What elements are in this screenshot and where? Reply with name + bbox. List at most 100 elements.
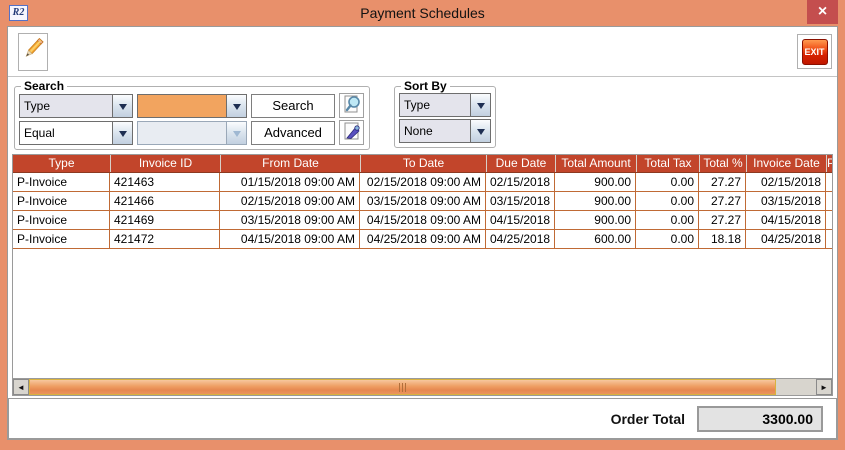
close-button[interactable]: × xyxy=(807,0,838,24)
table-cell: 421472 xyxy=(110,230,220,249)
magnifier-document-icon xyxy=(342,94,362,117)
search-operator-value-dropdown xyxy=(137,120,247,145)
app-icon: R2 xyxy=(9,5,28,21)
column-header-p[interactable]: P xyxy=(826,155,832,172)
table-cell xyxy=(826,173,832,192)
search-button[interactable]: Search xyxy=(251,93,335,118)
window-title: Payment Schedules xyxy=(360,5,485,21)
table-cell: 421463 xyxy=(110,173,220,192)
close-icon: × xyxy=(817,3,828,20)
sort-secondary-dropdown[interactable]: None xyxy=(399,119,491,143)
advanced-button[interactable]: Advanced xyxy=(251,120,335,145)
edit-button[interactable] xyxy=(18,32,48,71)
chevron-down-icon xyxy=(226,121,246,144)
table-cell: 27.27 xyxy=(699,211,746,230)
scrollbar-grip-icon xyxy=(398,382,407,392)
table-body: P-Invoice 421463 01/15/2018 09:00 AM 02/15/… xyxy=(13,173,832,378)
table-cell: 421469 xyxy=(110,211,220,230)
table-cell: 421466 xyxy=(110,192,220,211)
title-bar: R2 Payment Schedules × xyxy=(0,0,845,26)
table-cell: 0.00 xyxy=(636,192,699,211)
scroll-right-button[interactable]: ► xyxy=(816,379,832,395)
column-header-from-date[interactable]: From Date xyxy=(220,155,360,172)
exit-icon: EXIT xyxy=(801,38,828,65)
table-cell: 02/15/2018 09:00 AM xyxy=(220,192,360,211)
table-cell: P-Invoice xyxy=(13,173,110,192)
column-header-invoice-date[interactable]: Invoice Date xyxy=(746,155,826,172)
column-header-total-tax[interactable]: Total Tax xyxy=(636,155,699,172)
sort-secondary-value: None xyxy=(400,120,470,142)
scroll-left-button[interactable]: ◄ xyxy=(13,379,29,395)
search-operator-dropdown[interactable]: Equal xyxy=(19,120,133,145)
table-row[interactable]: P-Invoice 421463 01/15/2018 09:00 AM 02/15/… xyxy=(13,173,832,192)
table-cell: 0.00 xyxy=(636,173,699,192)
search-value-field xyxy=(138,94,226,117)
table-cell: 0.00 xyxy=(636,211,699,230)
sortby-groupbox: Sort By Type None xyxy=(394,79,496,148)
table-cell: 04/15/2018 09:00 AM xyxy=(360,211,486,230)
table-cell: 04/15/2018 xyxy=(746,211,826,230)
table-cell: P-Invoice xyxy=(13,230,110,249)
table-header-row: Type Invoice ID From Date To Date Due Date To… xyxy=(13,155,832,173)
table-cell: 04/25/2018 09:00 AM xyxy=(360,230,486,249)
filter-bar: Search Type Search Equal Advanced Sort B… xyxy=(8,77,837,154)
table-cell: 900.00 xyxy=(555,192,636,211)
table-row[interactable]: P-Invoice 421466 02/15/2018 09:00 AM 03/15/… xyxy=(13,192,832,211)
table-row[interactable]: P-Invoice 421472 04/15/2018 09:00 AM 04/25/… xyxy=(13,230,832,249)
search-field-dropdown[interactable]: Type xyxy=(19,93,133,118)
table-cell: P-Invoice xyxy=(13,211,110,230)
scrollbar-thumb[interactable] xyxy=(29,379,776,395)
column-header-due-date[interactable]: Due Date xyxy=(486,155,555,172)
exit-button[interactable]: EXIT xyxy=(797,34,832,69)
payment-schedule-table: Type Invoice ID From Date To Date Due Date To… xyxy=(12,154,833,396)
table-cell: 03/15/2018 xyxy=(746,192,826,211)
document-pen-icon xyxy=(342,121,362,144)
table-cell: 04/25/2018 xyxy=(746,230,826,249)
order-total-label: Order Total xyxy=(610,410,685,427)
table-cell: 900.00 xyxy=(555,173,636,192)
column-header-invoice-id[interactable]: Invoice ID xyxy=(110,155,220,172)
table-cell: 900.00 xyxy=(555,211,636,230)
chevron-down-icon[interactable] xyxy=(470,94,490,116)
search-group-label: Search xyxy=(24,79,65,93)
table-cell: P-Invoice xyxy=(13,192,110,211)
chevron-down-icon[interactable] xyxy=(226,94,246,117)
toolbar: EXIT xyxy=(8,27,837,77)
footer-bar: Order Total 3300.00 xyxy=(8,398,837,439)
search-groupbox: Search Type Search Equal Advanced xyxy=(14,79,370,150)
table-cell: 18.18 xyxy=(699,230,746,249)
find-button[interactable] xyxy=(339,93,364,118)
left-arrow-icon: ◄ xyxy=(17,382,25,392)
chevron-down-icon[interactable] xyxy=(112,94,132,117)
table-cell: 600.00 xyxy=(555,230,636,249)
table-cell: 02/15/2018 xyxy=(486,173,555,192)
scrollbar-track[interactable] xyxy=(776,379,816,395)
column-header-total-amount[interactable]: Total Amount xyxy=(555,155,636,172)
chevron-down-icon[interactable] xyxy=(112,121,132,144)
table-cell xyxy=(826,230,832,249)
right-arrow-icon: ► xyxy=(820,382,828,392)
table-cell: 03/15/2018 09:00 AM xyxy=(220,211,360,230)
table-cell: 03/15/2018 09:00 AM xyxy=(360,192,486,211)
table-cell: 27.27 xyxy=(699,192,746,211)
pencil-icon xyxy=(21,35,45,68)
table-cell: 02/15/2018 09:00 AM xyxy=(360,173,486,192)
search-value-dropdown[interactable] xyxy=(137,93,247,118)
table-cell xyxy=(826,211,832,230)
table-cell: 01/15/2018 09:00 AM xyxy=(220,173,360,192)
search-operator-value-field xyxy=(138,121,226,144)
column-header-total-[interactable]: Total % xyxy=(699,155,746,172)
table-row[interactable]: P-Invoice 421469 03/15/2018 09:00 AM 04/15/… xyxy=(13,211,832,230)
sort-primary-value: Type xyxy=(400,94,470,116)
search-operator-value: Equal xyxy=(24,125,55,140)
chevron-down-icon[interactable] xyxy=(470,120,490,142)
content-panel: EXIT Search Type Search Equal Advanced S… xyxy=(7,26,838,440)
advanced-find-button[interactable] xyxy=(339,120,364,145)
table-cell: 03/15/2018 xyxy=(486,192,555,211)
column-header-to-date[interactable]: To Date xyxy=(360,155,486,172)
table-cell: 04/25/2018 xyxy=(486,230,555,249)
horizontal-scrollbar[interactable]: ◄ ► xyxy=(13,378,832,395)
sort-primary-dropdown[interactable]: Type xyxy=(399,93,491,117)
search-field-value: Type xyxy=(20,94,112,117)
column-header-type[interactable]: Type xyxy=(13,155,110,172)
